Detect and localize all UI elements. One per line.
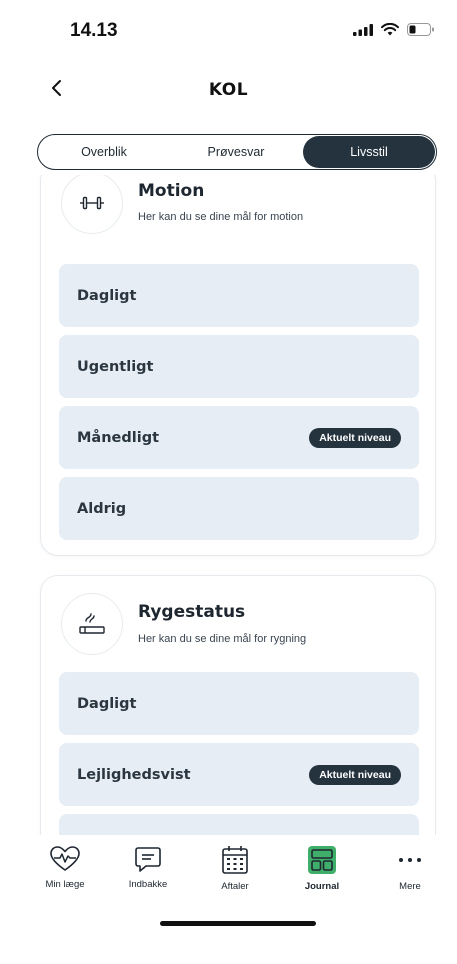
smoking-icon-circle	[61, 593, 123, 655]
card-subtitle: Her kan du se dine mål for rygning	[138, 633, 307, 645]
status-icons	[353, 23, 435, 36]
tab-journal[interactable]: Journal	[282, 845, 362, 892]
tab-aftaler[interactable]: Aftaler	[195, 845, 275, 892]
tab-min-laege[interactable]: Min læge	[25, 845, 105, 890]
wifi-icon	[381, 23, 399, 36]
tab-indbakke[interactable]: Indbakke	[108, 845, 188, 890]
option-label: Aldrig	[77, 500, 127, 517]
tab-overblik[interactable]: Overblik	[38, 135, 170, 169]
motion-icon-circle	[61, 175, 123, 234]
chat-icon	[135, 847, 161, 872]
more-icon	[399, 858, 421, 862]
nav-header: KOL	[0, 68, 457, 112]
segment-control: Overblik Prøvesvar Livsstil	[37, 134, 437, 170]
status-bar: 14.13	[0, 0, 457, 60]
signal-icon	[353, 23, 373, 36]
motion-option-dagligt[interactable]: Dagligt	[59, 264, 419, 327]
current-level-badge: Aktuelt niveau	[309, 428, 401, 448]
motion-option-aldrig[interactable]: Aldrig	[59, 477, 419, 540]
option-label: Dagligt	[77, 287, 137, 304]
content-scroll[interactable]: Motion Her kan du se dine mål for motion…	[0, 175, 457, 835]
tab-livsstil[interactable]: Livsstil	[303, 136, 435, 168]
smoking-option-dagligt[interactable]: Dagligt	[59, 672, 419, 735]
option-label: Månedligt	[77, 429, 160, 446]
tab-label: Mere	[399, 881, 421, 892]
tab-provesvar[interactable]: Prøvesvar	[170, 135, 302, 169]
bottom-tab-bar: Min læge Indbakke Aftaler Journal Mere	[0, 835, 457, 964]
option-label: Dagligt	[77, 695, 137, 712]
card-title: Motion	[138, 181, 205, 201]
page-title: KOL	[208, 80, 249, 100]
smoking-card: Rygestatus Her kan du se dine mål for ry…	[40, 575, 436, 835]
motion-option-manedligt[interactable]: Månedligt Aktuelt niveau	[59, 406, 419, 469]
tab-label: Indbakke	[128, 879, 168, 890]
option-label: Ugentligt	[77, 358, 154, 375]
tab-label: Min læge	[45, 879, 85, 890]
card-title: Rygestatus	[138, 602, 246, 622]
heart-pulse-icon	[50, 846, 80, 871]
motion-card: Motion Her kan du se dine mål for motion…	[40, 175, 436, 556]
journal-icon	[308, 846, 336, 874]
cigarette-icon	[79, 613, 105, 634]
tab-label: Aftaler	[221, 881, 249, 892]
option-label: Lejlighedsvist	[77, 766, 191, 783]
tab-label: Journal	[304, 881, 340, 892]
motion-option-ugentligt[interactable]: Ugentligt	[59, 335, 419, 398]
current-level-badge: Aktuelt niveau	[309, 765, 401, 785]
home-indicator	[160, 921, 316, 926]
battery-icon	[407, 23, 434, 36]
smoking-option-next[interactable]	[59, 814, 419, 835]
card-subtitle: Her kan du se dine mål for motion	[138, 211, 304, 223]
smoking-option-lejlighedsvist[interactable]: Lejlighedsvist Aktuelt niveau	[59, 743, 419, 806]
calendar-icon	[222, 846, 248, 874]
tab-mere[interactable]: Mere	[370, 845, 450, 892]
dumbbell-icon	[80, 196, 104, 210]
status-time: 14.13	[70, 20, 118, 41]
